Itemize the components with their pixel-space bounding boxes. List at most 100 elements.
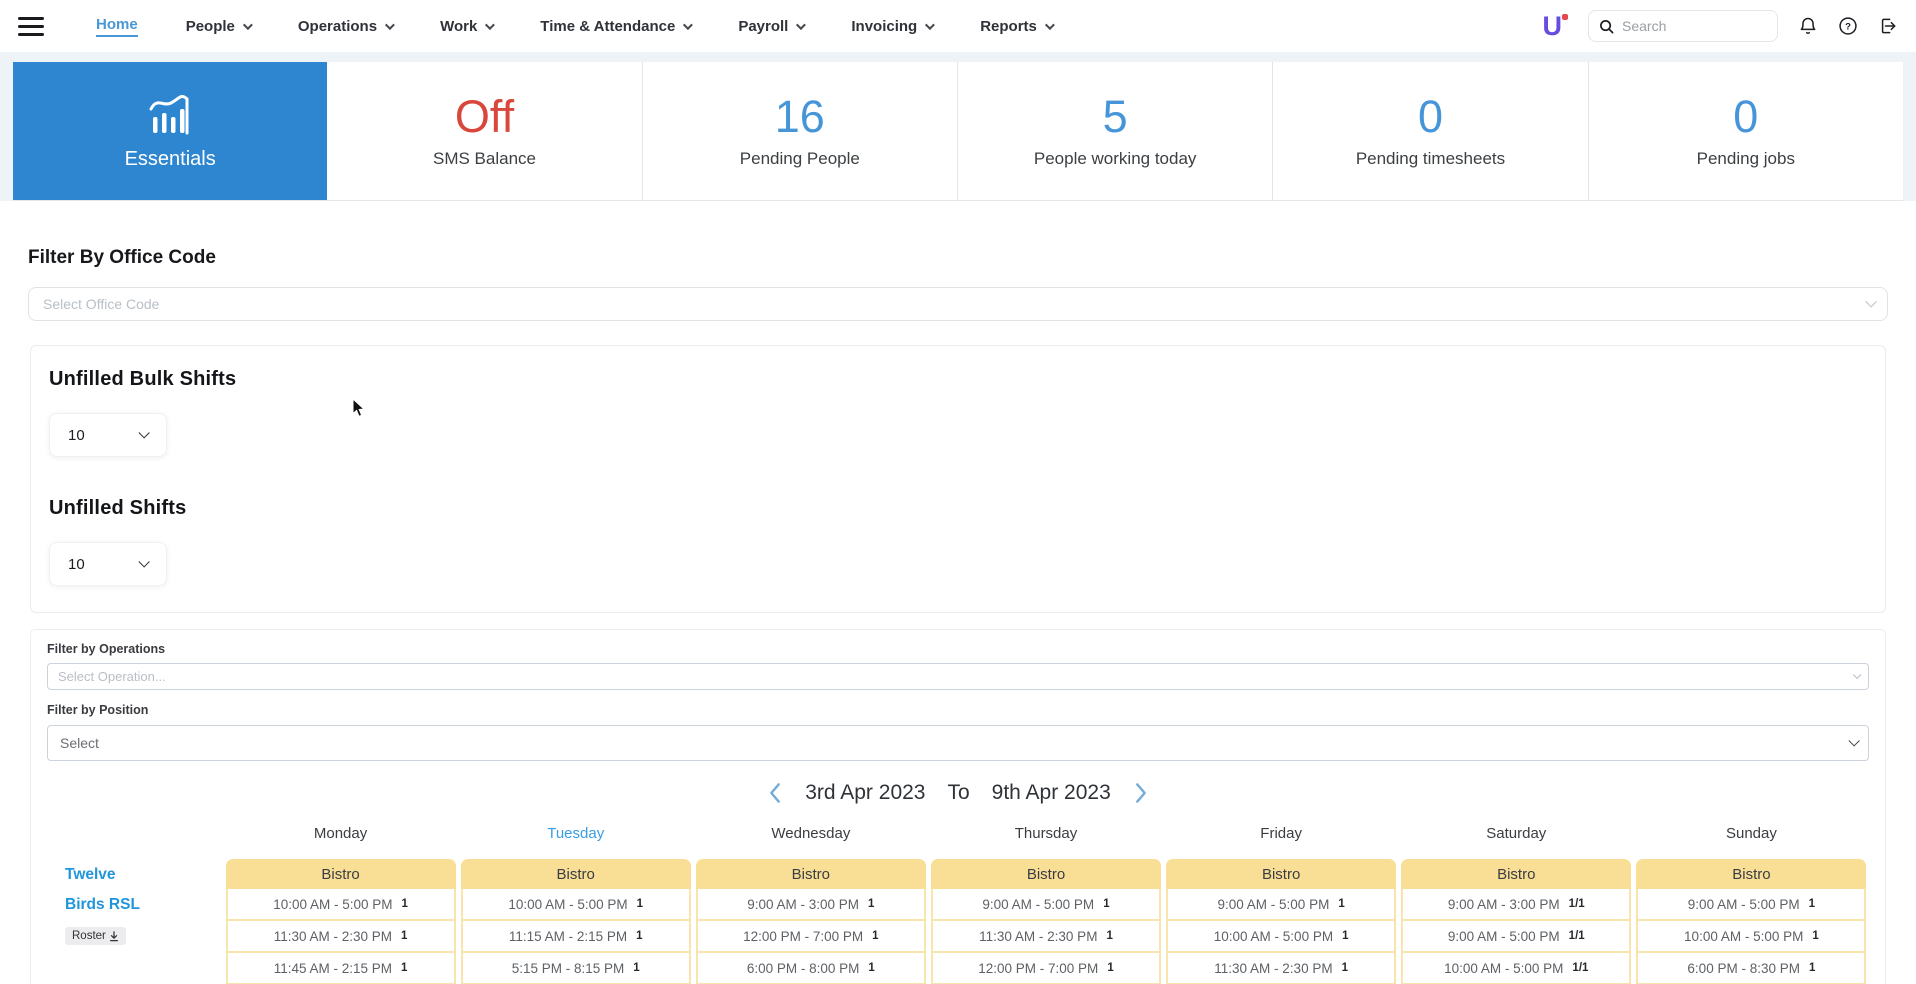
nav-item-time-attendance[interactable]: Time & Attendance <box>540 18 694 35</box>
card-sms-balance[interactable]: Off SMS Balance <box>327 62 643 200</box>
nav-item-label: Home <box>96 15 138 33</box>
nav-item-payroll[interactable]: Payroll <box>738 18 807 35</box>
area-header: Bistro <box>225 859 456 889</box>
shift-count: 1 <box>401 962 408 974</box>
brand-logo-icon: U <box>1543 12 1569 40</box>
card-value: 0 <box>1733 90 1759 142</box>
card-pending-timesheets[interactable]: 0 Pending timesheets <box>1273 62 1589 200</box>
day-header-monday[interactable]: Monday <box>226 825 456 851</box>
chevron-down-icon <box>138 427 150 439</box>
chevron-down-icon <box>385 19 395 30</box>
day-header-saturday[interactable]: Saturday <box>1401 825 1631 851</box>
prev-week-icon[interactable] <box>767 782 783 804</box>
shift-time: 5:15 PM - 8:15 PM <box>511 960 625 976</box>
nav-item-label: Invoicing <box>851 17 918 35</box>
day-header-thursday[interactable]: Thursday <box>931 825 1161 851</box>
shift-cell[interactable]: 12:00 PM - 7:00 PM 1 <box>695 921 926 953</box>
shift-time: 9:00 AM - 5:00 PM <box>1687 896 1800 912</box>
search-icon <box>1599 19 1614 34</box>
shift-cell[interactable]: 9:00 AM - 5:00 PM 1 <box>1166 889 1397 921</box>
shift-cell[interactable]: 10:00 AM - 5:00 PM 1 <box>225 889 456 921</box>
operations-select[interactable]: Select Operation... <box>47 663 1869 690</box>
shift-cell[interactable]: 6:00 PM - 8:30 PM 1 <box>1636 953 1867 984</box>
day-header-wednesday[interactable]: Wednesday <box>696 825 926 851</box>
shift-cell[interactable]: 9:00 AM - 3:00 PM 1/1 <box>1401 889 1632 921</box>
nav-item-reports[interactable]: Reports <box>980 18 1055 35</box>
shift-time: 9:00 AM - 5:00 PM <box>982 896 1095 912</box>
shift-cell[interactable]: 11:30 AM - 2:30 PM 1 <box>930 921 1162 953</box>
shift-time: 12:00 PM - 7:00 PM <box>743 928 864 944</box>
card-label: Pending People <box>739 148 860 168</box>
office-code-select[interactable]: Select Office Code <box>28 287 1888 321</box>
shift-count: 1 <box>1808 962 1816 974</box>
shift-count: 1 <box>1808 898 1816 910</box>
card-pending-jobs[interactable]: 0 Pending jobs <box>1588 62 1903 200</box>
chevron-down-icon <box>1865 296 1877 308</box>
shift-cell[interactable]: 6:00 PM - 8:00 PM 1 <box>695 953 926 984</box>
area-header: Bistro <box>695 859 926 889</box>
shift-cell[interactable]: 9:00 AM - 5:00 PM 1 <box>930 889 1162 921</box>
help-icon[interactable]: ? <box>1838 16 1858 36</box>
notifications-bell-icon[interactable] <box>1798 16 1818 36</box>
shift-cell[interactable]: 9:00 AM - 3:00 PM 1 <box>695 889 926 921</box>
unfilled-title: Unfilled Shifts <box>49 497 187 519</box>
shift-cell[interactable]: 11:15 AM - 2:15 PM 1 <box>460 921 691 953</box>
day-header-tuesday[interactable]: Tuesday <box>461 825 691 851</box>
search-input[interactable] <box>1622 18 1767 34</box>
shift-cell[interactable]: 11:45 AM - 2:15 PM 1 <box>225 953 456 984</box>
svg-text:?: ? <box>1845 22 1851 33</box>
shift-cell[interactable]: 12:00 PM - 7:00 PM 1 <box>930 953 1162 984</box>
shift-count: 1 <box>868 962 875 974</box>
shift-cell[interactable]: 10:00 AM - 5:00 PM 1 <box>1166 921 1397 953</box>
shift-cell[interactable]: 10:00 AM - 5:00 PM 1 <box>460 889 691 921</box>
card-label: Pending timesheets <box>1355 148 1506 168</box>
roster-panel: Filter by Operations Select Operation...… <box>30 629 1886 984</box>
nav-item-label: Operations <box>297 17 378 35</box>
shift-count: 1 <box>401 930 408 942</box>
venue-name-link[interactable]: Twelve <box>65 867 215 883</box>
day-column-monday: Monday Bistro 10:00 AM - 5:00 PM 1 11:30 AM … <box>225 825 456 984</box>
nav-item-invoicing[interactable]: Invoicing <box>851 17 936 35</box>
shift-cell[interactable]: 5:15 PM - 8:15 PM 1 <box>460 953 691 984</box>
shift-cell[interactable]: 11:30 AM - 2:30 PM 1 <box>225 921 456 953</box>
bulk-pagesize-select[interactable]: 10 <box>49 413 167 457</box>
day-header-friday[interactable]: Friday <box>1166 825 1396 851</box>
day-column-thursday: Thursday Bistro 9:00 AM - 5:00 PM 1 11:30 AM… <box>930 825 1162 984</box>
date-to: 9th Apr 2023 <box>991 781 1111 804</box>
card-pending-people[interactable]: 16 Pending People <box>642 62 958 200</box>
nav-item-operations[interactable]: Operations <box>297 17 395 35</box>
chevron-down-icon <box>1848 735 1860 747</box>
shift-count: 1 <box>1106 930 1113 942</box>
card-value: 0 <box>1417 90 1443 142</box>
position-select[interactable]: Select <box>47 725 1869 761</box>
shift-count: 1 <box>1103 898 1110 910</box>
area-header: Bistro <box>460 859 691 889</box>
shift-cell[interactable]: 10:00 AM - 5:00 PM 1 <box>1636 921 1867 953</box>
bulk-pagesize-value: 10 <box>68 426 85 444</box>
nav-item-work[interactable]: Work <box>440 18 496 35</box>
day-column-saturday: Saturday Bistro 9:00 AM - 3:00 PM 1/1 9:00 A… <box>1401 825 1632 984</box>
next-week-icon[interactable] <box>1133 782 1149 804</box>
shift-cell[interactable]: 9:00 AM - 5:00 PM 1 <box>1636 889 1867 921</box>
shift-cell[interactable]: 10:00 AM - 5:00 PM 1/1 <box>1401 953 1632 984</box>
office-code-placeholder: Select Office Code <box>43 296 160 312</box>
roster-download-button[interactable]: Roster <box>65 927 126 945</box>
search-box[interactable] <box>1588 10 1778 42</box>
card-essentials[interactable]: Essentials <box>13 62 328 200</box>
shift-count: 1 <box>1107 962 1114 974</box>
unfilled-pagesize-select[interactable]: 10 <box>49 542 167 586</box>
nav-item-people[interactable]: People <box>186 18 253 35</box>
shift-time: 9:00 AM - 5:00 PM <box>1447 928 1560 944</box>
shift-time: 11:15 AM - 2:15 PM <box>508 928 628 944</box>
card-people-working-today[interactable]: 5 People working today <box>957 62 1274 200</box>
venue-name-link-2[interactable]: Birds RSL <box>65 896 215 913</box>
shift-cell[interactable]: 9:00 AM - 5:00 PM 1/1 <box>1401 921 1632 953</box>
shift-count: 1 <box>868 898 875 910</box>
hamburger-menu-icon[interactable] <box>18 16 44 36</box>
logout-icon[interactable] <box>1878 16 1898 36</box>
date-from: 3rd Apr 2023 <box>805 781 926 804</box>
shift-count: 1/1 <box>1572 962 1589 974</box>
day-header-sunday[interactable]: Sunday <box>1636 825 1866 851</box>
shift-cell[interactable]: 11:30 AM - 2:30 PM 1 <box>1166 953 1397 984</box>
nav-item-home[interactable]: Home <box>96 16 138 37</box>
